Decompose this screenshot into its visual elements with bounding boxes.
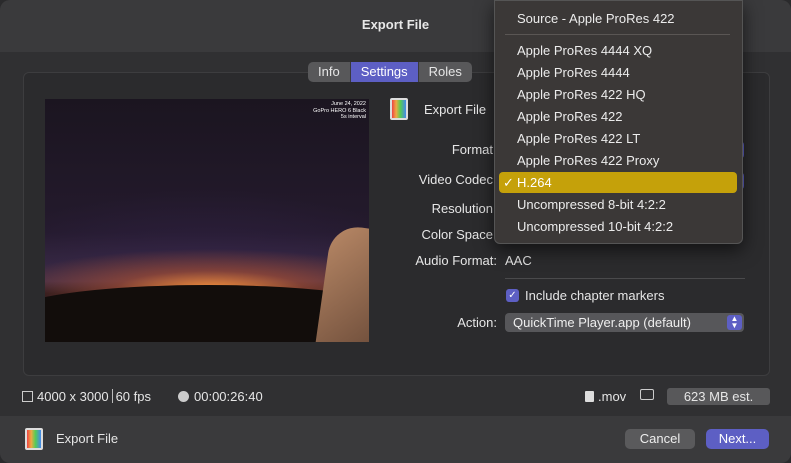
menu-item-uncompressed-10bit[interactable]: Uncompressed 10-bit 4:2:2 xyxy=(517,219,673,234)
menu-item-prores-422-lt[interactable]: Apple ProRes 422 LT xyxy=(517,131,640,146)
cancel-button[interactable]: Cancel xyxy=(625,429,695,449)
checkmark-icon: ✓ xyxy=(503,175,514,190)
format-label: Format xyxy=(451,142,493,157)
audio-format-label: Audio Format: xyxy=(415,253,497,268)
audio-format-value: AAC xyxy=(505,253,532,268)
duration-text: 00:00:26:40 xyxy=(194,389,263,404)
menu-item-prores-4444[interactable]: Apple ProRes 4444 xyxy=(517,65,630,80)
chapter-markers-checkbox[interactable]: ✓ xyxy=(506,289,519,302)
resolution-label: Resolution xyxy=(431,201,493,216)
next-button[interactable]: Next... xyxy=(706,429,769,449)
settings-divider xyxy=(505,278,745,279)
video-codec-menu: Source - Apple ProRes 422 Apple ProRes 4… xyxy=(494,0,743,244)
menu-item-source[interactable]: Source - Apple ProRes 422 xyxy=(517,11,675,26)
clock-icon xyxy=(178,391,189,402)
tab-info[interactable]: Info xyxy=(308,62,351,82)
film-icon xyxy=(390,98,408,120)
menu-item-h264[interactable]: H.264 xyxy=(517,175,552,190)
video-preview: June 24, 2022 GoPro HERO 6 Black 5s inte… xyxy=(45,99,369,342)
frame-size-icon xyxy=(22,391,33,402)
menu-item-prores-422-hq[interactable]: Apple ProRes 422 HQ xyxy=(517,87,646,102)
tab-settings[interactable]: Settings xyxy=(350,62,419,82)
action-select-value: QuickTime Player.app (default) xyxy=(513,315,691,330)
duration-info: 00:00:26:40 xyxy=(178,389,263,404)
chevron-updown-icon: ▲ ▼ xyxy=(727,315,742,330)
document-icon xyxy=(585,391,594,402)
color-space-label: Color Space xyxy=(421,227,493,242)
media-info: 4000 x 3000 60 fps xyxy=(22,389,151,404)
menu-separator xyxy=(505,34,730,35)
footer-label: Export File xyxy=(56,431,119,446)
file-type-label: Export File xyxy=(424,102,487,117)
menu-item-prores-422-proxy[interactable]: Apple ProRes 422 Proxy xyxy=(517,153,659,168)
menu-item-prores-4444-xq[interactable]: Apple ProRes 4444 XQ xyxy=(517,43,652,58)
monitor-icon xyxy=(640,389,654,400)
extension-text: .mov xyxy=(598,389,627,404)
info-divider xyxy=(111,389,113,403)
action-label: Action: xyxy=(457,315,497,330)
tab-roles[interactable]: Roles xyxy=(419,62,472,82)
footer-film-icon xyxy=(25,428,43,450)
menu-item-uncompressed-8bit[interactable]: Uncompressed 8-bit 4:2:2 xyxy=(517,197,666,212)
fps-text: 60 fps xyxy=(115,389,151,404)
preview-timestamp: June 24, 2022 GoPro HERO 6 Black 5s inte… xyxy=(313,101,366,120)
export-dialog: Export File Info Settings Roles June 24,… xyxy=(0,0,791,463)
preview-arm xyxy=(314,223,369,342)
action-select[interactable]: QuickTime Player.app (default) ▲ ▼ xyxy=(505,313,744,332)
chapter-markers-label: Include chapter markers xyxy=(525,288,665,303)
video-codec-label: Video Codec xyxy=(418,172,493,187)
extension-info: .mov xyxy=(585,389,626,404)
dimensions-text: 4000 x 3000 xyxy=(37,389,109,404)
size-estimate: 623 MB est. xyxy=(667,388,770,405)
menu-item-prores-422[interactable]: Apple ProRes 422 xyxy=(517,109,623,124)
tab-bar: Info Settings Roles xyxy=(308,62,472,82)
